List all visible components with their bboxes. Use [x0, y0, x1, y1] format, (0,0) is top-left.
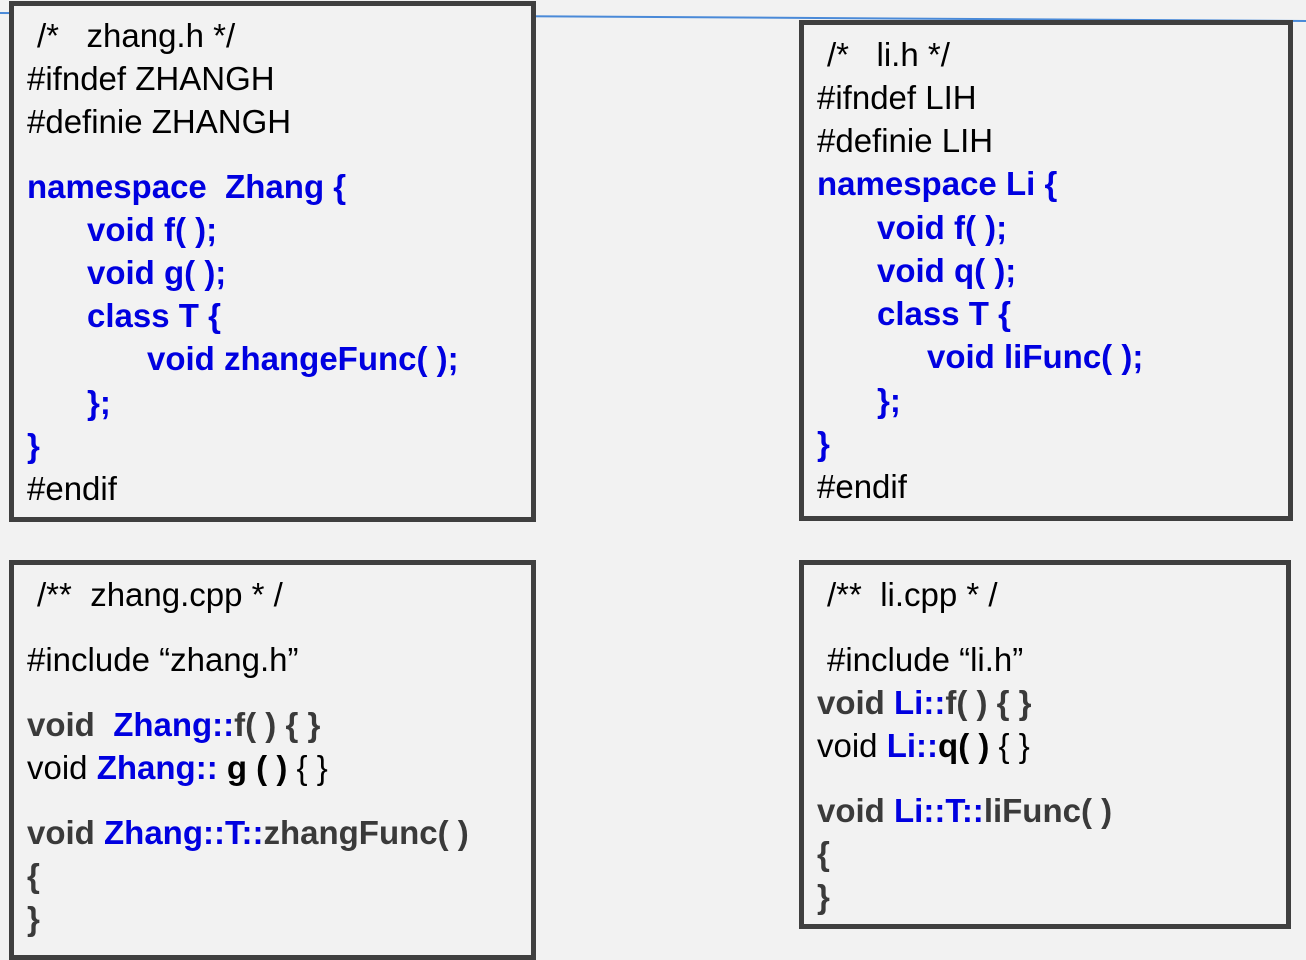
code-line: void Li::q( ) { }	[817, 727, 1030, 764]
code-line: {	[27, 857, 40, 894]
code-line: void Zhang::f( ) { }	[27, 706, 321, 743]
code-line: /** li.cpp * /	[827, 576, 998, 613]
code-line: /* zhang.h */	[37, 17, 236, 54]
code-line: void f( );	[877, 209, 1008, 246]
code-line: void Zhang:: g ( ) { }	[27, 749, 328, 786]
code-line: #endif	[817, 468, 907, 505]
code-line: }	[27, 900, 40, 937]
code-line: /** zhang.cpp * /	[37, 576, 283, 613]
code-line: #include “zhang.h”	[27, 641, 299, 678]
code-line: {	[817, 835, 830, 872]
code-line: }	[27, 427, 40, 464]
code-line: void g( );	[87, 254, 227, 291]
code-line: void Li::f( ) { }	[817, 684, 1032, 721]
code-line: void f( );	[87, 211, 218, 248]
code-line: };	[877, 382, 901, 419]
code-line: #definie LIH	[817, 122, 994, 159]
zhang-cpp-box: /** zhang.cpp * / #include “zhang.h” voi…	[9, 560, 536, 960]
code-line: #definie ZHANGH	[27, 103, 292, 140]
code-line: void liFunc( );	[927, 338, 1144, 375]
code-line: void Li::T::liFunc( )	[817, 792, 1113, 829]
code-line: void zhangeFunc( );	[147, 340, 459, 377]
li-cpp-box: /** li.cpp * / #include “li.h” void Li::…	[799, 560, 1291, 929]
code-line: void Zhang::T::zhangFunc( )	[27, 814, 469, 851]
code-line: class T {	[87, 297, 221, 334]
code-line: #ifndef LIH	[817, 79, 977, 116]
code-line: }	[817, 425, 830, 462]
code-line: /* li.h */	[827, 36, 950, 73]
zhang-h-box: /* zhang.h */ #ifndef ZHANGH #definie ZH…	[9, 1, 536, 522]
code-line: }	[817, 878, 830, 915]
code-line: namespace Zhang {	[27, 168, 347, 205]
code-line: class T {	[877, 295, 1011, 332]
li-h-box: /* li.h */ #ifndef LIH #definie LIH name…	[799, 20, 1293, 521]
code-line: #endif	[27, 470, 117, 507]
code-line: namespace Li {	[817, 165, 1058, 202]
code-line: void q( );	[877, 252, 1017, 289]
code-line: };	[87, 384, 111, 421]
code-line: #include “li.h”	[827, 641, 1024, 678]
code-line: #ifndef ZHANGH	[27, 60, 275, 97]
